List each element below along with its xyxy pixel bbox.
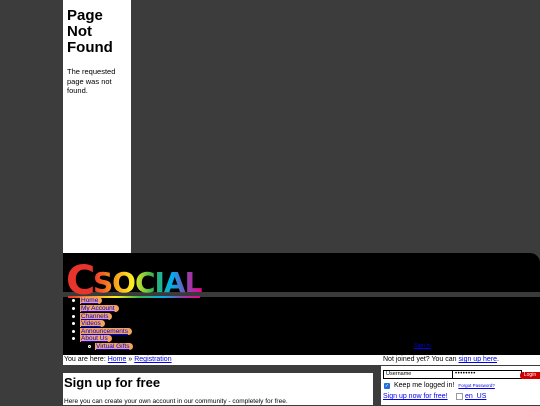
- language-selector[interactable]: en_US: [456, 393, 486, 400]
- nav-item-channels[interactable]: Channels: [72, 312, 113, 320]
- nav-link-announcements[interactable]: Announcements: [80, 327, 132, 335]
- breadcrumb-registration-link[interactable]: Registration: [134, 356, 171, 363]
- page-not-found-title: Page Not Found: [67, 7, 113, 56]
- nav-link-home[interactable]: Home: [80, 297, 103, 304]
- remember-me-label: Keep me logged in!: [394, 382, 455, 389]
- remember-me-checkbox[interactable]: ✓: [384, 382, 390, 389]
- nav-item-announcements[interactable]: Announcements: [72, 327, 132, 335]
- nav-link-virtual-gifts[interactable]: Virtual Gifts: [95, 342, 134, 350]
- not-joined-message: Not joined yet? You can sign up here.: [383, 355, 499, 365]
- bullet-icon: [72, 322, 75, 325]
- not-joined-text: Not joined yet? You can: [383, 356, 457, 363]
- nav-link-videos[interactable]: Videos: [80, 320, 105, 327]
- nav-link-about-us[interactable]: About Us: [80, 335, 112, 342]
- login-panel: Username •••••••• Login ✓ Keep me logged…: [381, 366, 540, 405]
- breadcrumb: You are here: Home » Registration: [64, 355, 172, 365]
- not-joined-end: .: [497, 356, 499, 363]
- bullet-icon: [72, 299, 75, 302]
- nav-item-home[interactable]: Home: [72, 297, 103, 304]
- bullet-icon: [72, 337, 75, 340]
- status-bar: You are here: Home » Registration Not jo…: [63, 355, 540, 365]
- logo-wordmark: SOCIAL: [93, 266, 203, 299]
- csocial-logo[interactable]: C SOCIAL: [66, 258, 206, 302]
- nav-link-channels[interactable]: Channels: [80, 312, 113, 320]
- breadcrumb-home-link[interactable]: Home: [108, 356, 127, 363]
- circle-bullet-icon: [88, 344, 91, 348]
- breadcrumb-separator: »: [128, 356, 133, 363]
- main-content: Sign up for free Here you can create you…: [63, 373, 373, 405]
- flag-icon: [456, 393, 463, 400]
- login-button[interactable]: Login: [520, 372, 540, 379]
- page-not-found-panel: Page Not Found The requested page was no…: [63, 0, 131, 253]
- password-input[interactable]: ••••••••: [452, 370, 522, 379]
- page-not-found-message: The requested page was not found.: [67, 67, 116, 95]
- remember-me-row: ✓ Keep me logged in! Forgot Password?: [384, 382, 495, 389]
- logo-letter-c: C: [66, 258, 95, 302]
- bullet-icon: [72, 307, 75, 310]
- breadcrumb-prefix: You are here:: [64, 356, 106, 363]
- forgot-password-link[interactable]: Forgot Password?: [458, 383, 495, 388]
- sign-up-here-link[interactable]: sign up here: [459, 356, 498, 363]
- nav-link-my-account[interactable]: My Account: [80, 305, 119, 312]
- bullet-icon: [72, 329, 75, 333]
- language-label: en_US: [465, 393, 487, 400]
- nav-item-about-us[interactable]: About Us: [72, 335, 112, 342]
- nav-subitem-virtual-gifts[interactable]: Virtual Gifts: [88, 342, 134, 350]
- username-input[interactable]: Username: [383, 370, 453, 379]
- nav-item-my-account[interactable]: My Account: [72, 305, 119, 312]
- page-title: Sign up for free: [64, 375, 161, 390]
- sign-up-now-link[interactable]: Sign up now for free!: [383, 393, 448, 400]
- sign-in-link[interactable]: Sign in: [414, 343, 431, 349]
- bullet-icon: [72, 314, 75, 318]
- nav-item-videos[interactable]: Videos: [72, 320, 105, 327]
